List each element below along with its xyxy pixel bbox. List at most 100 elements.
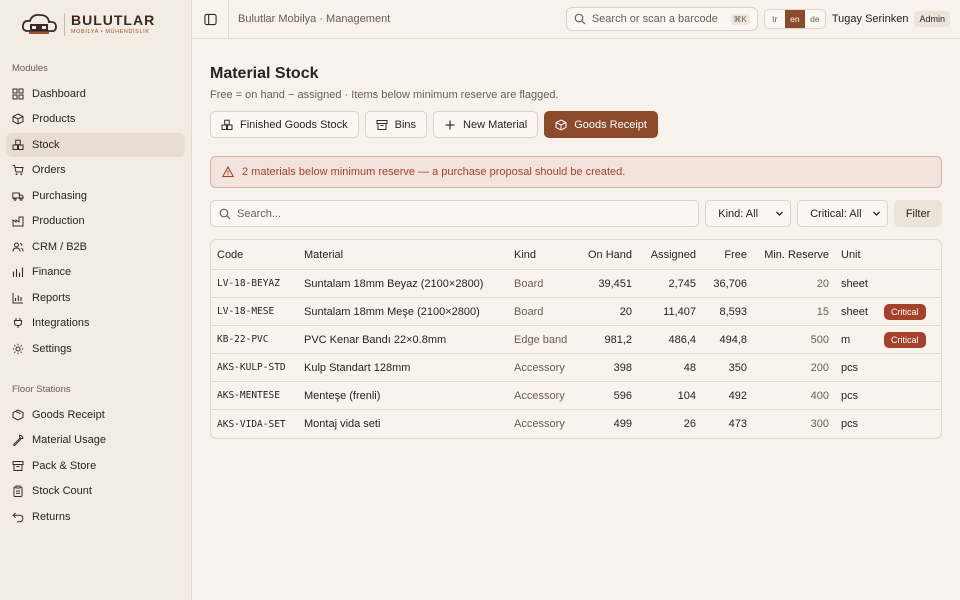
cell-assigned: 11,407 bbox=[638, 298, 702, 326]
finished-goods-stock-button[interactable]: Finished Goods Stock bbox=[210, 111, 359, 138]
cell-min-reserve: 20 bbox=[753, 270, 835, 298]
sidebar-item-label: Reports bbox=[32, 291, 71, 304]
sidebar-item-label: Goods Receipt bbox=[32, 408, 105, 421]
sidebar-item-integrations[interactable]: Integrations bbox=[6, 311, 185, 335]
archive-icon bbox=[12, 460, 24, 471]
critical-select[interactable]: Critical: All bbox=[797, 200, 889, 227]
material-search-placeholder: Search... bbox=[237, 207, 282, 220]
sidebar-panel-icon bbox=[203, 13, 217, 25]
boxes-icon bbox=[221, 119, 233, 130]
cell-on-hand: 39,451 bbox=[574, 270, 638, 298]
col-free-header[interactable]: Free bbox=[702, 240, 753, 270]
archive-icon bbox=[376, 119, 388, 130]
cell-assigned: 26 bbox=[683, 418, 696, 430]
table-row[interactable]: AKS-MENTESE Menteşe (frenli) Accessory 596 1… bbox=[211, 382, 941, 410]
filter-button[interactable]: Filter bbox=[894, 200, 942, 227]
cell-unit: m bbox=[835, 326, 878, 354]
finance-icon bbox=[12, 267, 24, 277]
cell-unit: pcs bbox=[835, 382, 878, 410]
cell-kind: Board bbox=[508, 298, 574, 326]
sidebar-item-reports[interactable]: Reports bbox=[6, 286, 185, 310]
cell-assigned: 104 bbox=[638, 382, 702, 410]
kind-select[interactable]: Kind: All bbox=[705, 200, 792, 227]
sidebar-item-material-usage[interactable]: Material Usage bbox=[6, 428, 185, 452]
cell-min-reserve: 15 bbox=[753, 298, 835, 326]
lang-de-button[interactable]: de bbox=[804, 10, 825, 28]
plug-icon bbox=[14, 318, 22, 328]
users-icon bbox=[12, 242, 24, 252]
cell-material[interactable]: Suntalam 18mm Beyaz (2100×2800) bbox=[298, 270, 508, 298]
table-row[interactable]: AKS-KULP-STD Kulp Standart 128mm Accessory… bbox=[211, 354, 941, 382]
factory-icon bbox=[12, 216, 24, 227]
finished-goods-stock-label: Finished Goods Stock bbox=[240, 118, 348, 131]
cell-kind: Accessory bbox=[508, 382, 574, 410]
page-subtitle: Free = on hand − assigned · Items below … bbox=[210, 89, 559, 101]
cell-status bbox=[878, 382, 941, 410]
cell-code: AKS-MENTESE bbox=[211, 382, 298, 410]
lang-tr-button[interactable]: tr bbox=[764, 10, 785, 28]
cell-material[interactable]: Montaj vida seti bbox=[298, 410, 508, 438]
cell-free: 494,8 bbox=[702, 326, 753, 354]
sidebar-item-label: Finance bbox=[32, 266, 72, 278]
sidebar-item-stock-count[interactable]: Stock Count bbox=[6, 479, 185, 503]
sidebar-item-production[interactable]: Production bbox=[6, 209, 185, 233]
col-material-header[interactable]: Material bbox=[298, 240, 508, 270]
sidebar-item-finance[interactable]: Finance bbox=[6, 260, 185, 284]
dashboard-icon bbox=[12, 88, 24, 99]
col-on-hand-header[interactable]: On Hand bbox=[574, 240, 638, 270]
col-assigned-header[interactable]: Assigned bbox=[638, 240, 702, 270]
cell-material[interactable]: Suntalam 18mm Meşe (2100×2800) bbox=[298, 298, 508, 326]
col-kind-header[interactable]: Kind bbox=[508, 240, 574, 270]
floor-stations-nav: Goods Receipt Material Usage Pack & Store S… bbox=[6, 403, 185, 529]
goods-receipt-button[interactable]: Goods Receipt bbox=[544, 111, 658, 138]
sidebar-item-pack-store[interactable]: Pack & Store bbox=[6, 454, 185, 478]
cell-on-hand: 20 bbox=[574, 298, 638, 326]
table-row[interactable]: LV-18-BEYAZ Suntalam 18mm Beyaz (2100×280… bbox=[211, 270, 941, 298]
cell-material[interactable]: PVC Kenar Bandı 22×0.8mm bbox=[298, 326, 508, 354]
sidebar-item-label: Products bbox=[32, 113, 76, 125]
main-area: Bulutlar Mobilya · Management Search or … bbox=[192, 0, 960, 600]
sidebar-toggle-button[interactable] bbox=[192, 0, 229, 39]
package-icon bbox=[12, 408, 24, 421]
search-icon bbox=[219, 208, 231, 219]
sidebar-item-label: Settings bbox=[32, 342, 72, 355]
sidebar-item-orders[interactable]: Orders bbox=[6, 158, 185, 182]
user-name[interactable]: Tugay Serinken bbox=[832, 13, 909, 25]
cell-material[interactable]: Menteşe (frenli) bbox=[298, 382, 508, 410]
sidebar-item-dashboard[interactable]: Dashboard bbox=[6, 82, 185, 106]
cell-material[interactable]: Kulp Standart 128mm bbox=[298, 354, 508, 382]
cell-min-reserve: 400 bbox=[753, 382, 835, 410]
col-min-reserve-header[interactable]: Min. Reserve bbox=[753, 240, 835, 270]
global-search-input[interactable]: Search or scan a barcode ⌘K bbox=[565, 7, 758, 31]
sidebar-item-purchasing[interactable]: Purchasing bbox=[6, 184, 185, 208]
brand-logo[interactable]: BULUTLAR MOBİLYA • MÜHENDİSLİK bbox=[6, 0, 185, 48]
cell-free: 473 bbox=[728, 418, 747, 430]
new-material-button[interactable]: New Material bbox=[433, 111, 539, 138]
cell-unit: pcs bbox=[835, 354, 878, 382]
bins-button[interactable]: Bins bbox=[364, 111, 428, 138]
table-row[interactable]: LV-18-MESE Suntalam 18mm Meşe (2100×2800)… bbox=[211, 298, 941, 326]
cell-free: 350 bbox=[702, 354, 753, 382]
table-row[interactable]: AKS-VIDA-SET Montaj vida seti Accessory 499… bbox=[211, 410, 941, 438]
sidebar-item-goods-receipt[interactable]: Goods Receipt bbox=[6, 403, 185, 427]
cell-min-reserve: 300 bbox=[810, 418, 829, 430]
cart-icon bbox=[12, 165, 24, 176]
sidebar-item-crm-b2b[interactable]: CRM / B2B bbox=[6, 235, 185, 259]
breadcrumb: Bulutlar Mobilya · Management bbox=[238, 13, 391, 25]
sidebar-item-stock[interactable]: Stock bbox=[6, 132, 185, 157]
material-search-input[interactable]: Search... bbox=[210, 200, 700, 227]
sidebar-item-label: Purchasing bbox=[32, 189, 88, 202]
col-unit-header[interactable]: Unit bbox=[835, 240, 878, 270]
cell-unit: sheet bbox=[835, 270, 878, 298]
page-content: Material Stock Free = on hand − assigned… bbox=[192, 39, 960, 439]
table-row[interactable]: KB-22-PVC PVC Kenar Bandı 22×0.8mm Edge ba… bbox=[211, 326, 941, 354]
material-stock-table: Code Material Kind On Hand Assigned Free… bbox=[210, 239, 942, 439]
sidebar-item-settings[interactable]: Settings bbox=[6, 337, 185, 361]
lang-en-button[interactable]: en bbox=[784, 10, 805, 28]
sidebar-item-returns[interactable]: Returns bbox=[6, 505, 185, 529]
language-switcher: tr en de bbox=[763, 9, 826, 29]
cell-assigned: 2,745 bbox=[638, 270, 702, 298]
sidebar-item-products[interactable]: Products bbox=[6, 107, 185, 131]
col-code-header[interactable]: Code bbox=[211, 240, 298, 270]
sidebar-item-label: Dashboard bbox=[32, 87, 86, 100]
